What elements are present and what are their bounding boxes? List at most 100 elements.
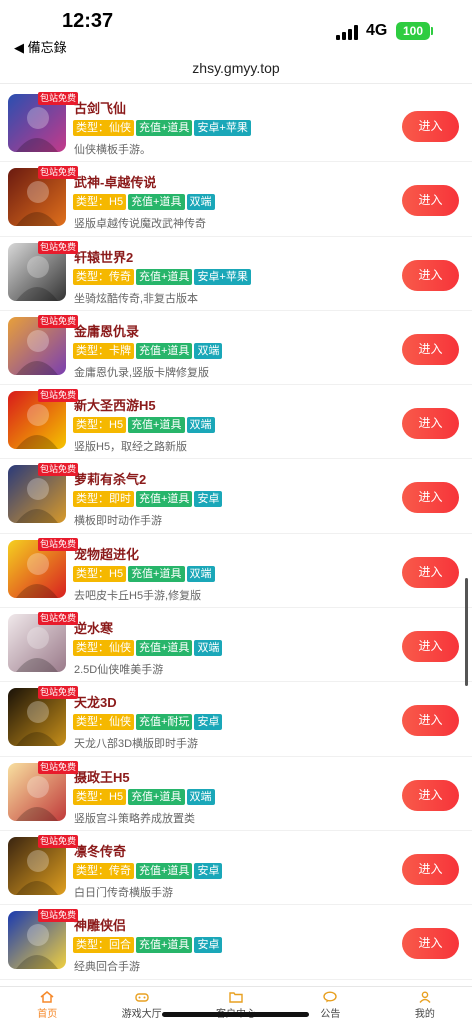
enter-button[interactable]: 进入	[402, 111, 459, 142]
user-icon	[378, 991, 472, 1003]
game-description: 经典回合手游	[74, 961, 140, 974]
signal-icon	[336, 24, 360, 40]
enter-button[interactable]: 进入	[402, 333, 459, 365]
free-badge: 包站免费	[38, 463, 79, 477]
tab-user[interactable]: 我的	[378, 987, 472, 1024]
pay-tag: 充值+道具	[128, 194, 185, 211]
pay-tag: 充值+耐玩	[136, 714, 193, 731]
type-tag: 类型：H5	[73, 565, 127, 582]
pay-tag: 充值+道具	[136, 268, 193, 285]
platform-tag: 安卓+苹果	[194, 120, 251, 136]
platform-tag: 安卓	[194, 862, 223, 879]
enter-button[interactable]: 进入	[402, 928, 459, 960]
type-tag: 类型：H5	[73, 788, 127, 805]
game-description: 竖版卓越传说魔改武神传奇	[74, 218, 206, 231]
pay-tag: 充值+道具	[128, 417, 185, 434]
platform-tag: 安卓	[194, 714, 223, 731]
game-row[interactable]: 包站免费 萝莉有杀气2 类型：即时 充值+道具 安卓 横板即时动作手游 进入	[0, 459, 472, 534]
network-type: 4G	[366, 22, 388, 39]
game-name[interactable]: 逆水寒	[74, 618, 113, 637]
game-row[interactable]: 包站免费 武神-卓越传说类型：H5 充值+道具 双端竖版卓越传说魔改武神传奇 进入	[0, 162, 472, 237]
tag-list: 类型：H5 充值+道具 双端	[73, 565, 215, 582]
battery-tip	[431, 27, 433, 35]
platform-tag: 双端	[194, 342, 223, 359]
game-row[interactable]: 包站免费 神雕侠侣 类型：回合 充值+道具 安卓 经典回合手游 进入	[0, 905, 472, 980]
game-row[interactable]: 包站免费 天龙3D 类型：仙侠 充值+耐玩 安卓 天龙八部3D横版即时手游 进入	[0, 682, 472, 757]
game-row[interactable]: 包站免费 凛冬传奇 类型：传奇 充值+道具 安卓 白日门传奇横版手游 进入	[0, 831, 472, 906]
url-bar[interactable]: zhsy.gmyy.top	[0, 56, 472, 84]
tab-chat[interactable]: 公告	[283, 987, 377, 1024]
free-badge: 包站免费	[38, 909, 79, 923]
tag-list: 类型：传奇 充值+道具 安卓	[73, 862, 223, 879]
enter-button[interactable]: 进入	[402, 408, 459, 440]
game-description: 天龙八部3D横版即时手游	[74, 738, 199, 751]
enter-button[interactable]: 进入	[402, 259, 459, 291]
enter-button[interactable]: 进入	[402, 185, 459, 217]
game-row[interactable]: 包站免费 新大圣西游H5 类型：H5 充值+道具 双端 竖版H5，取经之路新版 进入	[0, 385, 472, 460]
tag-list: 类型：H5 充值+道具 双端	[73, 788, 215, 805]
type-tag: 类型：回合	[73, 937, 134, 954]
game-row[interactable]: 包站免费 轩辕世界2 类型：传奇 充值+道具 安卓+苹果 坐骑炫酷传奇,非复古版本 进入	[0, 237, 472, 311]
game-row[interactable]: 包站免费 宠物超进化 类型：H5 充值+道具 双端 去吧皮卡丘H5手游,修复版 进入	[0, 534, 472, 609]
tab-gamepad[interactable]: 游戏大厅	[94, 987, 188, 1024]
tag-list: 类型：仙侠 充值+道具 安卓+苹果	[73, 120, 251, 136]
type-tag: 类型：仙侠	[73, 714, 134, 731]
free-badge: 包站免费	[38, 760, 79, 774]
enter-button[interactable]: 进入	[402, 853, 459, 885]
type-tag: 类型：卡牌	[73, 342, 134, 359]
game-name[interactable]: 宠物超进化	[74, 544, 139, 563]
tab-home[interactable]: 首页	[0, 987, 94, 1024]
game-name[interactable]: 武神-卓越传说	[74, 172, 156, 191]
game-name[interactable]: 新大圣西游H5	[74, 395, 156, 414]
game-row[interactable]: 包站免费 古剑飞仙 类型：仙侠 充值+道具 安卓+苹果 仙侠横板手游。 进入	[0, 88, 472, 163]
tag-list: 类型：传奇 充值+道具 安卓+苹果	[73, 268, 251, 285]
enter-button[interactable]: 进入	[402, 556, 459, 588]
platform-tag: 双端	[186, 565, 215, 582]
platform-tag: 双端	[186, 417, 215, 434]
status-bar: 12:37 ◀ 備忘錄 4G 100	[0, 0, 472, 56]
type-tag: 类型：即时	[73, 491, 134, 508]
game-name[interactable]: 天龙3D	[74, 692, 117, 711]
enter-button[interactable]: 进入	[402, 482, 459, 514]
free-badge: 包站免费	[38, 240, 79, 254]
enter-button[interactable]: 进入	[402, 705, 459, 737]
game-name[interactable]: 金庸恩仇录	[74, 321, 139, 340]
tab-label: 首页	[37, 1009, 58, 1020]
game-description: 白日门传奇横版手游	[74, 886, 173, 899]
type-tag: 类型：H5	[73, 417, 127, 434]
game-row[interactable]: 包站免费 摄政王H5 类型：H5 充值+道具 双端竖版宫斗策略养成放置类 进入	[0, 757, 472, 831]
back-to-app-link[interactable]: ◀ 備忘錄	[14, 37, 67, 56]
pay-tag: 充值+道具	[136, 342, 193, 359]
home-indicator	[162, 1012, 309, 1017]
game-name[interactable]: 轩辕世界2	[74, 247, 133, 266]
game-name[interactable]: 萝莉有杀气2	[74, 469, 146, 488]
tag-list: 类型：H5 充值+道具 双端	[73, 417, 215, 434]
chat-icon	[283, 991, 377, 1003]
status-time: 12:37	[62, 10, 114, 32]
tag-list: 类型：H5 充值+道具 双端	[73, 194, 215, 211]
tag-list: 类型：仙侠 充值+道具 双端	[73, 640, 223, 657]
type-tag: 类型：仙侠	[73, 120, 134, 136]
pay-tag: 充值+道具	[136, 491, 193, 508]
pay-tag: 充值+道具	[136, 862, 193, 879]
pay-tag: 充值+道具	[136, 640, 193, 657]
free-badge: 包站免费	[38, 166, 79, 180]
type-tag: 类型：传奇	[73, 862, 134, 879]
game-description: 横板即时动作手游	[74, 515, 162, 528]
platform-tag: 安卓	[194, 937, 223, 954]
pay-tag: 充值+道具	[128, 565, 185, 582]
game-row[interactable]: 包站免费 逆水寒 类型：仙侠 充值+道具 双端 2.5D仙侠唯美手游 进入	[0, 608, 472, 683]
game-name[interactable]: 摄政王H5	[74, 767, 130, 786]
game-name[interactable]: 神雕侠侣	[74, 915, 126, 934]
free-badge: 包站免费	[38, 612, 79, 626]
game-description: 竖版宫斗策略养成放置类	[74, 812, 195, 825]
scrollbar[interactable]	[465, 578, 468, 686]
game-row[interactable]: 包站免费 金庸恩仇录 类型：卡牌 充值+道具 双端 金庸恩仇录,竖版卡牌修复版 进入	[0, 311, 472, 386]
game-description: 仙侠横板手游。	[74, 144, 151, 156]
enter-button[interactable]: 进入	[402, 631, 459, 663]
enter-button[interactable]: 进入	[402, 779, 459, 811]
tab-folder[interactable]: 客户中心	[189, 987, 283, 1024]
game-name[interactable]: 凛冬传奇	[74, 841, 126, 860]
game-name[interactable]: 古剑飞仙	[74, 98, 126, 117]
game-description: 去吧皮卡丘H5手游,修复版	[74, 589, 202, 602]
